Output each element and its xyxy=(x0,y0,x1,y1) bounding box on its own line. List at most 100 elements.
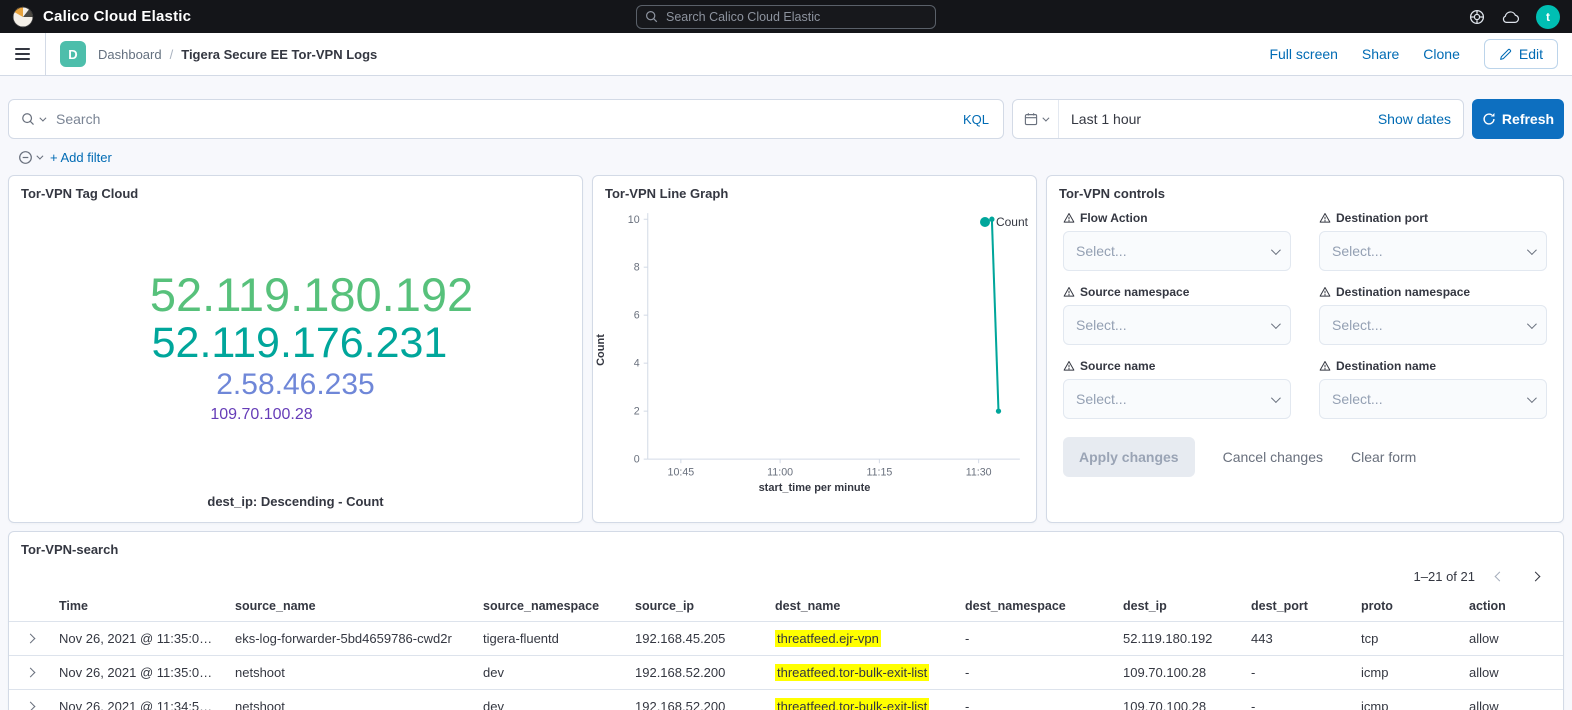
chevron-down-icon xyxy=(1271,245,1281,255)
warning-icon xyxy=(1063,212,1075,224)
cloud-icon[interactable] xyxy=(1501,10,1520,24)
query-search-box[interactable]: KQL xyxy=(8,99,1004,139)
tag-cloud-item[interactable]: 52.119.176.231 xyxy=(152,320,448,366)
user-avatar[interactable]: t xyxy=(1536,5,1560,29)
edit-button-label: Edit xyxy=(1519,46,1543,62)
show-dates-link[interactable]: Show dates xyxy=(1378,111,1463,127)
global-search-input[interactable] xyxy=(664,9,927,25)
help-icon[interactable] xyxy=(1469,9,1485,25)
expand-row-icon[interactable] xyxy=(9,660,51,685)
destination-name-field: Destination name Select... xyxy=(1319,359,1547,419)
calendar-icon[interactable] xyxy=(1013,100,1059,138)
destination-namespace-select[interactable]: Select... xyxy=(1319,305,1547,345)
filter-manage-icon[interactable] xyxy=(18,150,41,165)
svg-text:11:00: 11:00 xyxy=(767,466,793,478)
x-axis-label: start_time per minute xyxy=(601,482,1028,502)
select-placeholder: Select... xyxy=(1076,391,1127,407)
full-screen-link[interactable]: Full screen xyxy=(1269,46,1337,62)
cell-time: Nov 26, 2021 @ 11:34:54.000 xyxy=(51,690,227,710)
destination-name-select[interactable]: Select... xyxy=(1319,379,1547,419)
svg-text:4: 4 xyxy=(634,358,640,370)
breadcrumb-dashboard[interactable]: Dashboard xyxy=(98,47,162,62)
chevron-down-icon xyxy=(1271,319,1281,329)
chevron-down-icon xyxy=(1271,393,1281,403)
expand-row-icon[interactable] xyxy=(9,626,51,651)
column-header-source-ip: source_ip xyxy=(627,595,767,621)
cell-dest-namespace: - xyxy=(957,656,1115,689)
cell-action: allow xyxy=(1461,622,1563,655)
pagination-label: 1–21 of 21 xyxy=(1414,569,1475,584)
cell-dest-name: threatfeed.ejr-vpn xyxy=(767,622,957,655)
results-table: Time source_name source_namespace source… xyxy=(9,595,1563,710)
source-name-label: Source name xyxy=(1080,359,1155,373)
next-page-button[interactable] xyxy=(1523,565,1547,587)
refresh-button[interactable]: Refresh xyxy=(1472,99,1564,139)
previous-page-button[interactable] xyxy=(1487,565,1511,587)
warning-icon xyxy=(1063,286,1075,298)
global-search[interactable] xyxy=(636,5,936,29)
tag-cloud-item[interactable]: 2.58.46.235 xyxy=(216,369,374,401)
clear-form-button[interactable]: Clear form xyxy=(1351,449,1416,465)
destination-name-label: Destination name xyxy=(1336,359,1436,373)
cell-source-ip: 192.168.52.200 xyxy=(627,656,767,689)
source-name-select[interactable]: Select... xyxy=(1063,379,1291,419)
query-search-input[interactable] xyxy=(54,110,961,128)
nav-actions: Full screen Share Clone Edit xyxy=(1269,39,1572,69)
share-link[interactable]: Share xyxy=(1362,46,1399,62)
tag-cloud-item[interactable]: 109.70.100.28 xyxy=(210,406,312,423)
svg-text:10: 10 xyxy=(628,214,640,226)
cell-dest-ip: 109.70.100.28 xyxy=(1115,656,1243,689)
source-namespace-select[interactable]: Select... xyxy=(1063,305,1291,345)
svg-text:11:15: 11:15 xyxy=(866,466,892,478)
tag-cloud-item[interactable]: 52.119.180.192 xyxy=(150,270,473,321)
column-header-action: action xyxy=(1461,595,1563,621)
pagination: 1–21 of 21 xyxy=(9,561,1563,595)
add-filter-link[interactable]: + Add filter xyxy=(50,150,112,165)
cell-dest-ip: 52.119.180.192 xyxy=(1115,622,1243,655)
svg-text:2: 2 xyxy=(634,406,640,418)
table-row: Nov 26, 2021 @ 11:35:04.000 eks-log-forw… xyxy=(9,621,1563,655)
calico-logo-icon[interactable] xyxy=(12,6,34,28)
select-placeholder: Select... xyxy=(1332,243,1383,259)
warning-icon xyxy=(1319,212,1331,224)
apply-changes-button[interactable]: Apply changes xyxy=(1063,437,1195,477)
table-row: Nov 26, 2021 @ 11:35:04.000 netshoot dev… xyxy=(9,655,1563,689)
destination-port-select[interactable]: Select... xyxy=(1319,231,1547,271)
cell-dest-ip: 109.70.100.28 xyxy=(1115,690,1243,710)
destination-namespace-field: Destination namespace Select... xyxy=(1319,285,1547,345)
navbar: D Dashboard / Tigera Secure EE Tor-VPN L… xyxy=(0,33,1572,76)
breadcrumb: Dashboard / Tigera Secure EE Tor-VPN Log… xyxy=(98,47,377,62)
tag-cloud-panel-title: Tor-VPN Tag Cloud xyxy=(9,176,582,205)
flow-action-select[interactable]: Select... xyxy=(1063,231,1291,271)
cell-source-ip: 192.168.52.200 xyxy=(627,690,767,710)
legend-item-count[interactable]: Count xyxy=(980,215,1028,229)
saved-query-icon[interactable] xyxy=(21,112,44,126)
global-topbar: Calico Cloud Elastic xyxy=(0,0,1572,33)
time-range-value[interactable]: Last 1 hour xyxy=(1059,111,1378,127)
space-badge[interactable]: D xyxy=(60,41,86,67)
kql-toggle[interactable]: KQL xyxy=(961,112,991,127)
svg-text:6: 6 xyxy=(634,310,640,322)
source-namespace-label: Source namespace xyxy=(1080,285,1189,299)
chevron-down-icon xyxy=(1527,393,1537,403)
menu-icon[interactable] xyxy=(0,33,46,75)
expand-row-icon[interactable] xyxy=(9,694,51,710)
cell-dest-name: threatfeed.tor-bulk-exit-list xyxy=(767,656,957,689)
table-row: Nov 26, 2021 @ 11:34:54.000 netshoot dev… xyxy=(9,689,1563,710)
app-title: Calico Cloud Elastic xyxy=(43,8,191,25)
cancel-changes-button[interactable]: Cancel changes xyxy=(1223,449,1323,465)
controls-form: Flow Action Select... Destination port S… xyxy=(1047,205,1563,419)
destination-namespace-label-row: Destination namespace xyxy=(1319,285,1547,299)
svg-text:11:30: 11:30 xyxy=(966,466,992,478)
pencil-icon xyxy=(1499,48,1512,61)
svg-text:0: 0 xyxy=(634,454,640,466)
flow-action-label-row: Flow Action xyxy=(1063,211,1291,225)
highlighted-value: threatfeed.ejr-vpn xyxy=(775,630,881,647)
column-header-time: Time xyxy=(51,595,227,621)
chevron-down-icon xyxy=(1042,114,1049,121)
column-header-dest-name: dest_name xyxy=(767,595,957,621)
clone-link[interactable]: Clone xyxy=(1423,46,1460,62)
cell-time: Nov 26, 2021 @ 11:35:04.000 xyxy=(51,622,227,655)
cell-source-name: netshoot xyxy=(227,690,475,710)
edit-button[interactable]: Edit xyxy=(1484,39,1558,69)
